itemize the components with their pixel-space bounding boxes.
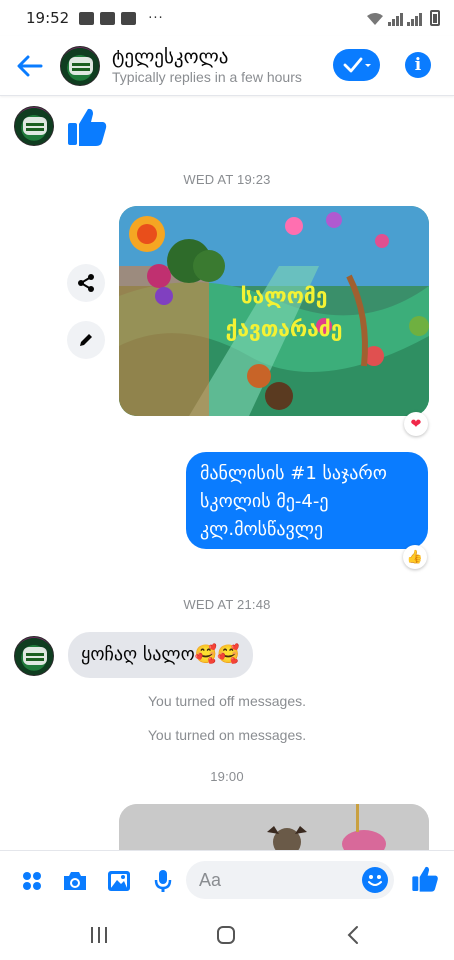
- status-notification-icons: ···: [79, 11, 163, 26]
- message-composer: [0, 850, 454, 910]
- check-icon: [343, 57, 371, 73]
- gallery-button[interactable]: [104, 866, 134, 896]
- heart-icon: ❤: [410, 416, 422, 432]
- system-back-button[interactable]: [338, 922, 368, 948]
- thumbs-up-icon[interactable]: [66, 106, 108, 148]
- sender-avatar[interactable]: [14, 636, 54, 676]
- voice-button[interactable]: [148, 866, 178, 896]
- contact-avatar[interactable]: [60, 45, 100, 86]
- battery-icon: [430, 10, 440, 26]
- outgoing-message-bubble[interactable]: მანლისის #1 საჯარო სკოლის მე-4-ე კლ.მოსწ…: [186, 452, 428, 549]
- image-icon: [108, 871, 130, 891]
- status-system-icons: [366, 10, 440, 26]
- incoming-message-bubble[interactable]: ყოჩაღ სალო🥰🥰: [68, 632, 253, 678]
- edit-button[interactable]: [67, 321, 105, 359]
- microphone-icon: [154, 870, 172, 892]
- status-bar: 19:52 ···: [0, 0, 454, 36]
- back-button[interactable]: [0, 36, 60, 96]
- thumbs-up-reaction[interactable]: 👍: [403, 545, 427, 569]
- home-icon: [217, 926, 235, 944]
- back-icon: [347, 926, 358, 944]
- shared-photo-drawing[interactable]: სალომე ქავთარაძე: [119, 206, 429, 416]
- camera-icon: [64, 872, 86, 890]
- signal-1-icon: [388, 13, 403, 26]
- gallery-notification-icon: [79, 11, 95, 25]
- incoming-message-text: ყოჩაღ სალო🥰🥰: [81, 644, 240, 665]
- photo-caption-line-1: სალომე: [241, 284, 328, 308]
- home-button[interactable]: [211, 922, 241, 948]
- thumbs-up-reaction-icon: 👍: [406, 549, 424, 565]
- recents-button[interactable]: [84, 922, 114, 948]
- wifi-icon: [367, 13, 383, 25]
- system-navigation-bar: [0, 910, 454, 960]
- system-notice: You turned on messages.: [147, 727, 307, 743]
- chevron-down-icon: [364, 64, 371, 67]
- sender-avatar[interactable]: [14, 106, 54, 146]
- heart-reaction[interactable]: ❤: [404, 412, 428, 436]
- pencil-icon: [80, 334, 92, 346]
- facebook-notification-icon: [121, 11, 137, 25]
- timestamp: WED AT 21:48: [183, 597, 271, 612]
- info-icon: i: [414, 55, 422, 75]
- emoji-button[interactable]: [362, 867, 388, 893]
- contact-info[interactable]: ტელესკოლა Typically replies in a few hou…: [112, 46, 302, 86]
- outgoing-message-text: მანლისის #1 საჯარო სკოლის მე-4-ე კლ.მოსწ…: [200, 463, 387, 540]
- mail-notification-icon: [100, 11, 116, 25]
- timestamp: 19:00: [210, 769, 244, 784]
- emoji-icon: [368, 875, 382, 886]
- signal-2-icon: [407, 13, 422, 26]
- timestamp: WED AT 19:23: [183, 172, 271, 187]
- recents-icon: [91, 927, 107, 943]
- arrow-left-icon: [17, 55, 43, 76]
- share-icon: [78, 274, 94, 292]
- drawing-artwork: სალომე ქავთარაძე: [119, 206, 429, 416]
- camera-button[interactable]: [60, 866, 90, 896]
- contact-response-status: Typically replies in a few hours: [112, 68, 302, 85]
- conversation-header: ტელესკოლა Typically replies in a few hou…: [0, 36, 454, 96]
- mark-done-button[interactable]: [333, 49, 380, 81]
- info-button[interactable]: i: [405, 52, 431, 78]
- grid-icon: [23, 872, 41, 890]
- photo-caption-line-2: ქავთარაძე: [226, 317, 343, 341]
- send-like-button[interactable]: [410, 864, 440, 894]
- more-notifications-icon: ···: [148, 10, 164, 26]
- photo-preview: [119, 804, 429, 850]
- contact-name: ტელესკოლა: [112, 45, 229, 68]
- system-notice: You turned off messages.: [148, 693, 306, 709]
- more-actions-button[interactable]: [17, 866, 47, 896]
- thumbs-up-icon: [412, 866, 438, 892]
- status-time: 19:52: [26, 9, 70, 27]
- shared-photo-partial[interactable]: [119, 804, 429, 850]
- share-button[interactable]: [67, 264, 105, 302]
